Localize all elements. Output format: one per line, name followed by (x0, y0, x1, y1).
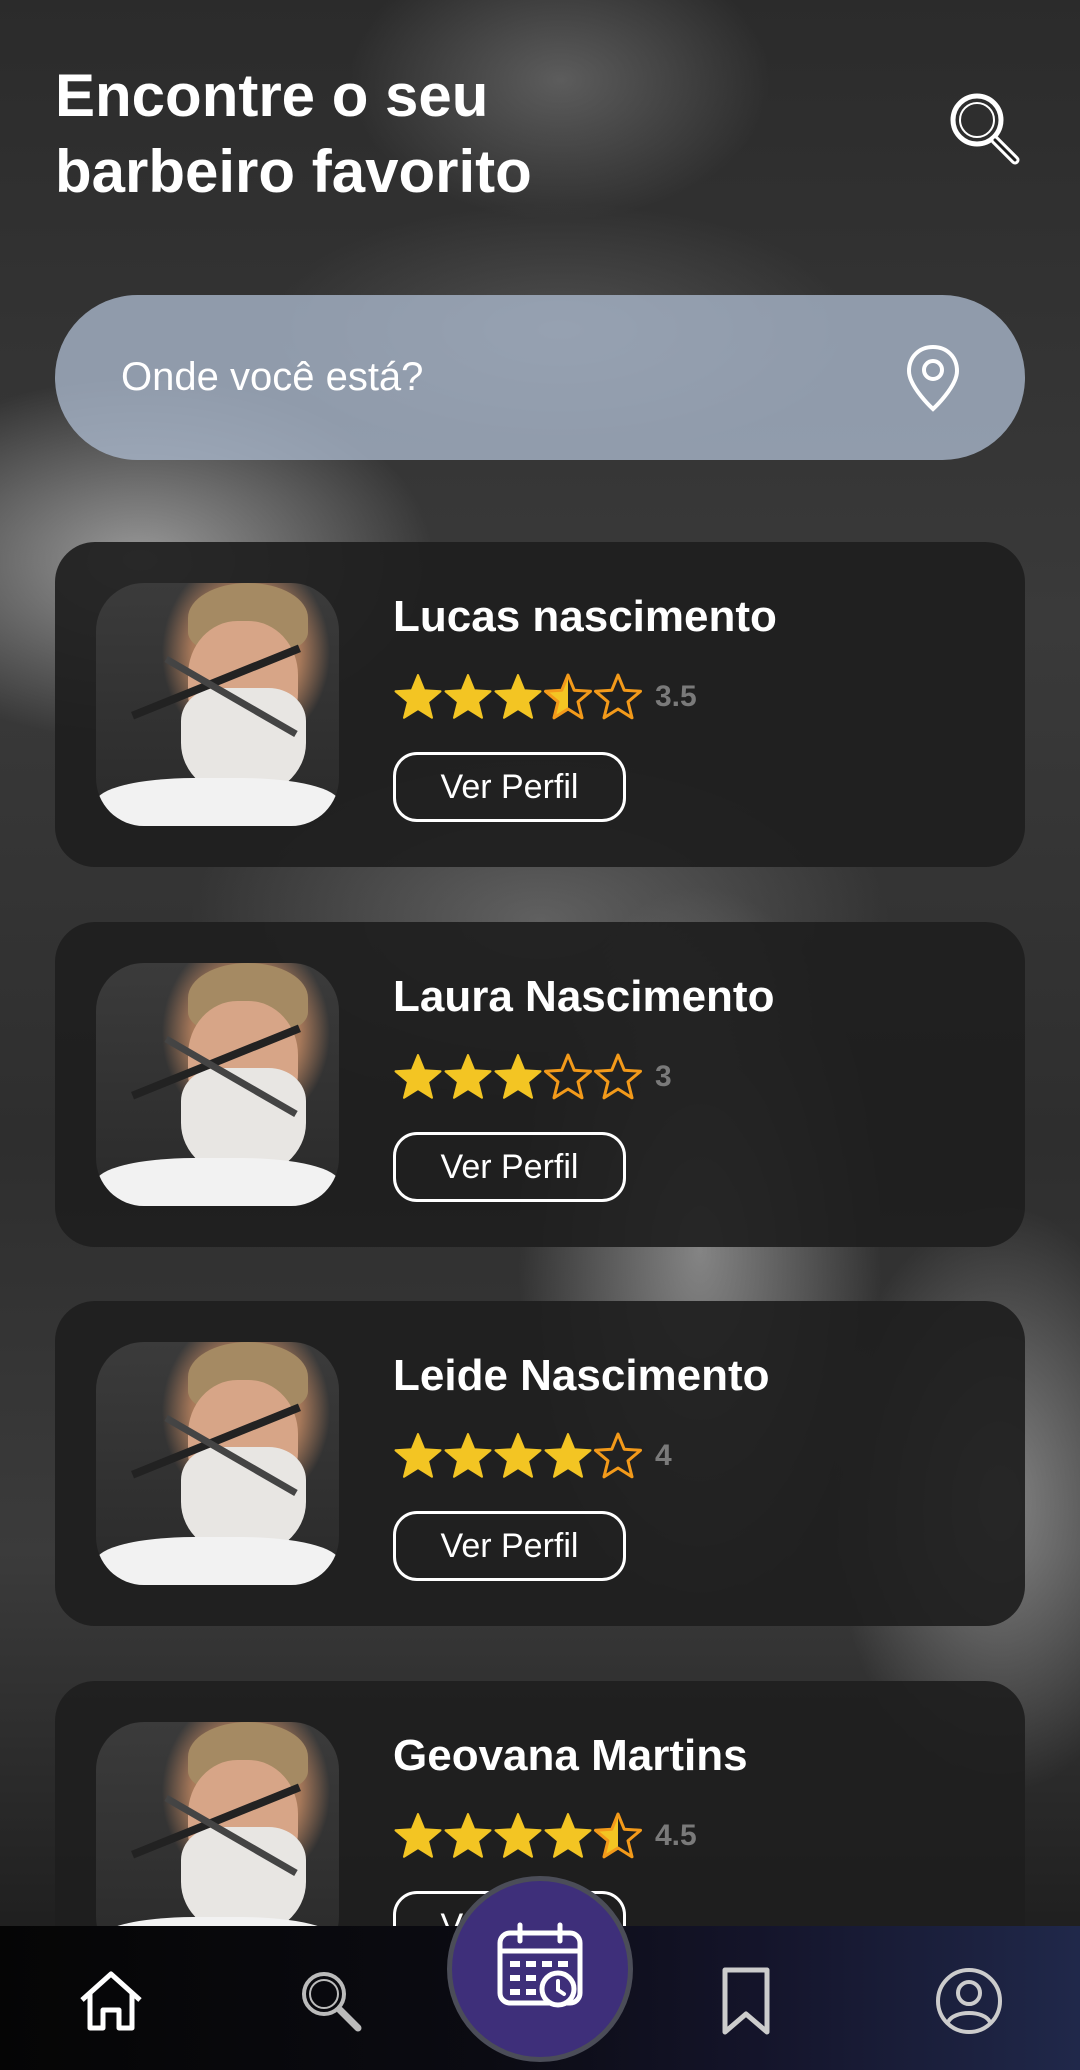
star-filled-icon (444, 674, 492, 719)
star-half-icon (544, 673, 592, 720)
barber-card[interactable]: Leide Nascimento 4 Ver Perfil (55, 1301, 1025, 1626)
barber-name: Leide Nascimento (393, 1351, 770, 1400)
star-filled-icon (394, 1054, 442, 1099)
barber-name: Laura Nascimento (393, 972, 775, 1021)
star-filled-icon (494, 674, 542, 719)
star-filled-icon (494, 1433, 542, 1478)
barber-avatar (96, 583, 339, 826)
rating-stars: 4 (393, 1431, 672, 1481)
barber-name: Geovana Martins (393, 1731, 748, 1780)
view-profile-button[interactable]: Ver Perfil (393, 1132, 626, 1202)
star-filled-icon (444, 1433, 492, 1478)
location-placeholder: Onde você está? (121, 355, 424, 399)
star-filled-icon (494, 1813, 542, 1858)
profile-icon[interactable] (934, 1966, 1004, 2036)
star-filled-icon (444, 1054, 492, 1099)
star-empty-icon (544, 1053, 592, 1100)
rating-value: 4.5 (655, 1819, 697, 1852)
location-input[interactable]: Onde você está? (55, 295, 1025, 460)
star-filled-icon (544, 1813, 592, 1858)
star-empty-icon (594, 1432, 642, 1479)
rating-stars: 3 (393, 1052, 672, 1102)
rating-value: 4 (655, 1439, 672, 1472)
location-pin-icon[interactable] (903, 343, 963, 413)
search-nav-icon[interactable] (296, 1966, 366, 2036)
view-profile-button[interactable]: Ver Perfil (393, 1511, 626, 1581)
bookmark-icon[interactable] (711, 1966, 781, 2036)
rating-stars: 4.5 (393, 1811, 697, 1861)
star-filled-icon (394, 1433, 442, 1478)
calendar-icon (492, 1919, 588, 2020)
search-icon[interactable] (945, 88, 1025, 168)
star-half-icon (594, 1812, 642, 1859)
star-filled-icon (494, 1054, 542, 1099)
star-empty-icon (594, 673, 642, 720)
barber-name: Lucas nascimento (393, 592, 777, 641)
schedule-button[interactable] (447, 1876, 633, 2062)
barber-card[interactable]: Laura Nascimento 3 Ver Perfil (55, 922, 1025, 1247)
home-icon[interactable] (76, 1966, 146, 2036)
page-title: Encontre o seu barbeiro favorito (55, 58, 755, 210)
rating-value: 3.5 (655, 680, 697, 713)
star-filled-icon (394, 674, 442, 719)
barber-avatar (96, 1342, 339, 1585)
barber-avatar (96, 963, 339, 1206)
star-filled-icon (544, 1433, 592, 1478)
star-filled-icon (394, 1813, 442, 1858)
view-profile-button[interactable]: Ver Perfil (393, 752, 626, 822)
rating-stars: 3.5 (393, 672, 697, 722)
rating-value: 3 (655, 1060, 672, 1093)
barber-card[interactable]: Lucas nascimento 3.5 Ver Perfil (55, 542, 1025, 867)
star-filled-icon (444, 1813, 492, 1858)
page-title-line1: Encontre o seu (55, 62, 489, 129)
star-empty-icon (594, 1053, 642, 1100)
page-title-line2: barbeiro favorito (55, 138, 532, 205)
